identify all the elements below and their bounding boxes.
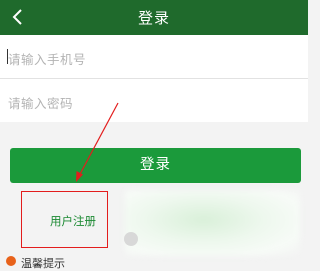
header-bar: 登录 (0, 0, 308, 35)
password-input[interactable]: 请输入密码 (0, 79, 308, 122)
phone-placeholder: 请输入手机号 (8, 52, 87, 67)
password-placeholder: 请输入密码 (8, 96, 74, 111)
login-form: 请输入手机号 请输入密码 (0, 35, 308, 122)
page-title: 登录 (137, 9, 170, 27)
info-icon (6, 256, 16, 266)
tips-label: 温馨提示 (21, 257, 65, 270)
login-button[interactable]: 登录 (10, 148, 301, 183)
register-link[interactable]: 用户注册 (50, 213, 96, 229)
blurred-region (125, 190, 300, 256)
blurred-dot (124, 232, 138, 246)
phone-input[interactable]: 请输入手机号 (0, 35, 308, 79)
